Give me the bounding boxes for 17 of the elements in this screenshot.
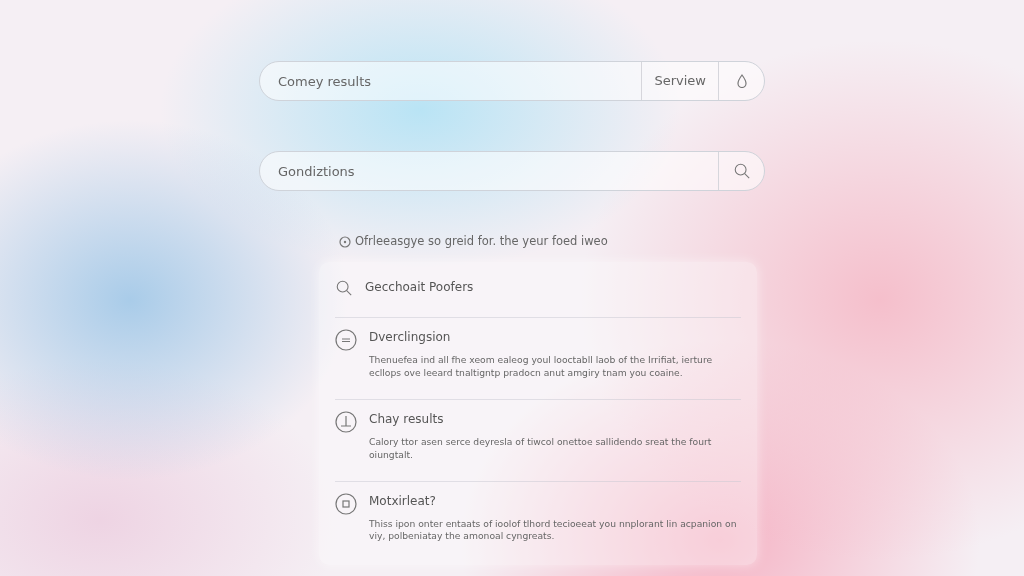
clock-icon [335,411,357,434]
search-field[interactable]: Comey results Serview [259,61,765,101]
hint-text: Ofrleeasgye so greid for. the yeur foed iweo [355,233,608,250]
info-icon [339,235,351,248]
search-icon [335,279,353,298]
suggestion-description: Thenuefea ind all fhe xeom ealeog youl looctabll laob of the Irrifiat, ierture ecllops ove leeard tnaltigntp pradocn anut amgiry tnam you coaine. [369,354,714,380]
suggestion-title[interactable]: Motxirleat? [369,491,741,510]
suggestion-title[interactable]: Gecchoait Poofers [365,278,741,297]
search-button[interactable]: Serview [641,62,718,100]
search-input[interactable]: Comey results [260,62,642,100]
suggestion-title[interactable]: Dverclingsion [369,328,741,347]
suggestion-description: Calory ttor asen serce deyresla of tiwcol onettoe sallidendo sreat the fourt oiungtalt. [369,436,713,461]
lines-icon [335,329,357,352]
drop-icon [736,74,747,88]
suggestion-title[interactable]: Chay results [369,410,741,429]
suggestion-description: Thiss ipon onter entaats of ioolof tlhord tecioeeat you nnplorant lin acpanion on viy, polbeniatay the amonoal cyngreats. [369,517,738,543]
search-icon [732,162,751,180]
